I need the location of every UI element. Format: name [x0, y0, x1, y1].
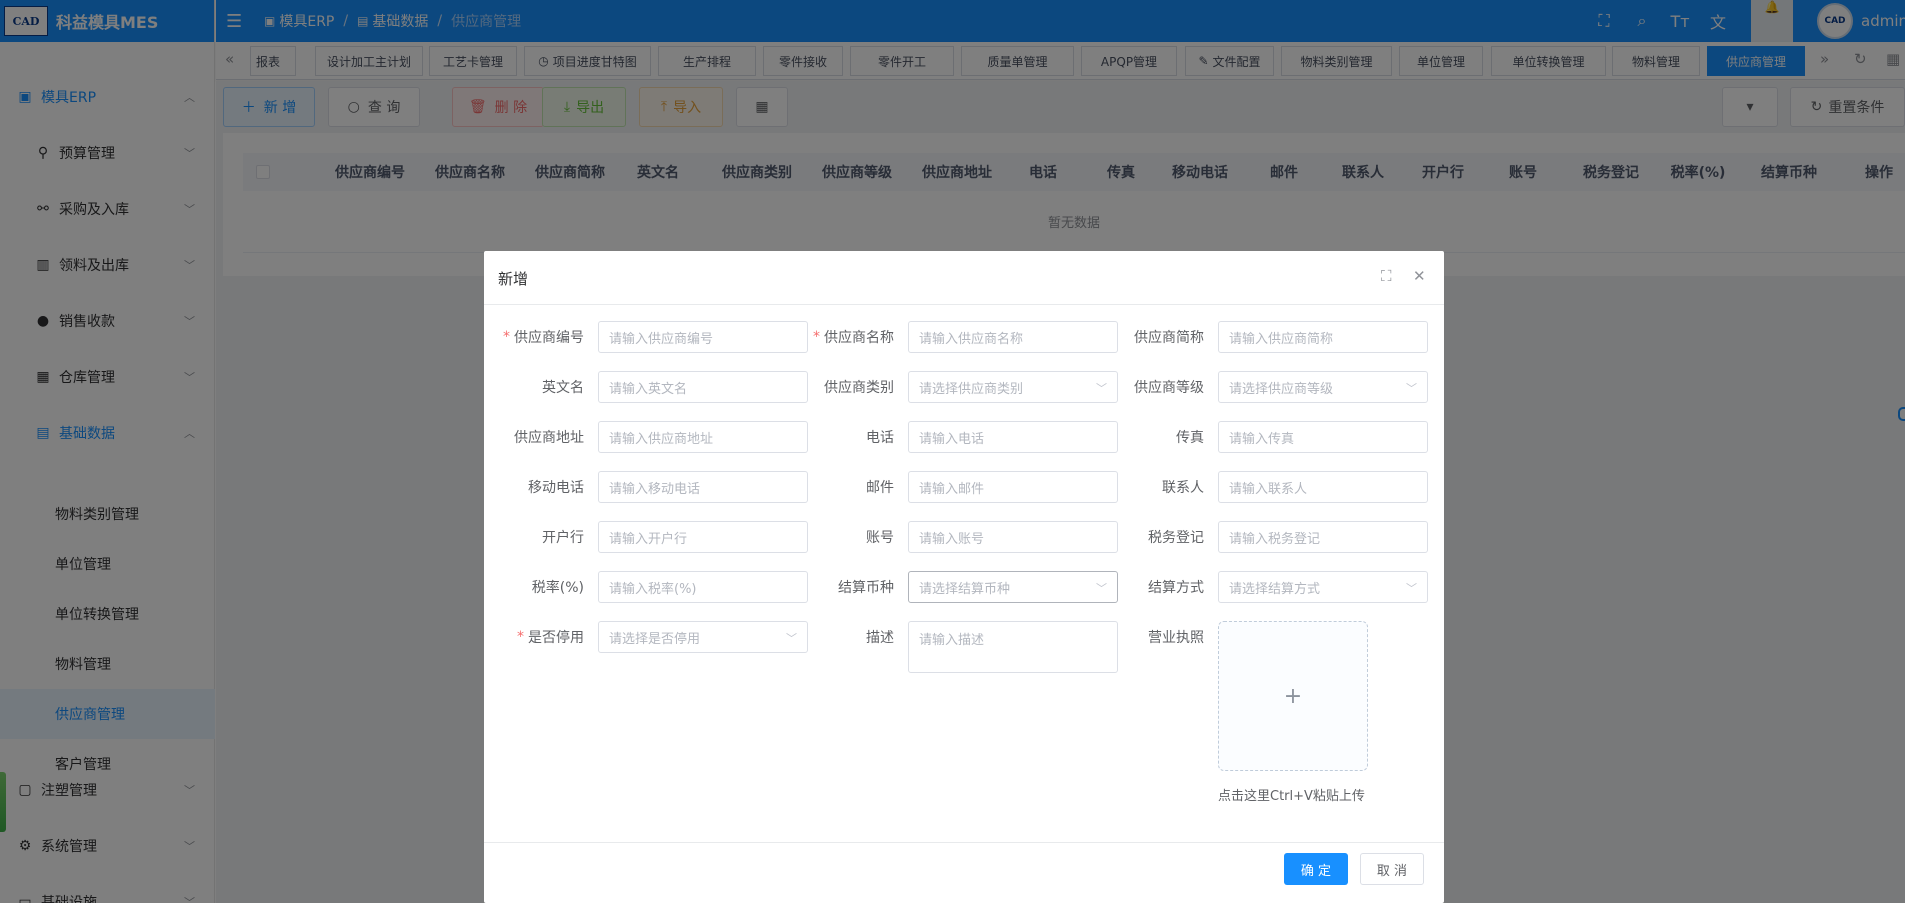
- license-upload[interactable]: +: [1218, 621, 1368, 771]
- form-label: 英文名: [542, 380, 584, 396]
- cancel-button[interactable]: 取 消: [1360, 853, 1424, 885]
- input-field[interactable]: 请输入移动电话: [598, 471, 808, 503]
- input-field[interactable]: 请输入联系人: [1218, 471, 1428, 503]
- input-field[interactable]: 请输入开户行: [598, 521, 808, 553]
- form-label: 供应商等级: [1134, 380, 1204, 396]
- form-label: * 供应商名称: [813, 329, 894, 346]
- description-textarea[interactable]: 请输入描述: [908, 621, 1118, 673]
- input-field[interactable]: 请输入电话: [908, 421, 1118, 453]
- input-field[interactable]: 请输入英文名: [598, 371, 808, 403]
- form-label: 结算方式: [1148, 580, 1204, 596]
- input-field[interactable]: 请输入供应商名称: [908, 321, 1118, 353]
- close-icon[interactable]: ✕: [1413, 267, 1426, 285]
- form-label: 传真: [1176, 430, 1204, 446]
- form-label: 供应商类别: [824, 380, 894, 396]
- chevron-down-icon: ﹀: [1406, 382, 1417, 395]
- form-label: 营业执照: [1148, 630, 1204, 646]
- confirm-button[interactable]: 确 定: [1284, 853, 1348, 885]
- form-label: 账号: [866, 530, 894, 546]
- select-field[interactable]: 请选择供应商等级 ﹀: [1218, 371, 1428, 403]
- form-label: * 是否停用: [517, 629, 584, 646]
- form-label: 结算币种: [838, 580, 894, 596]
- form-label: 税务登记: [1148, 530, 1204, 546]
- form-label: 电话: [866, 430, 894, 446]
- form-label: 供应商地址: [514, 430, 584, 446]
- form-label: 开户行: [542, 530, 584, 546]
- input-field[interactable]: 请输入税务登记: [1218, 521, 1428, 553]
- input-field[interactable]: 请输入税率(%): [598, 571, 808, 603]
- form-label: 税率(%): [531, 580, 584, 596]
- select-field[interactable]: 请选择结算方式 ﹀: [1218, 571, 1428, 603]
- input-field[interactable]: 请输入供应商编号: [598, 321, 808, 353]
- select-field[interactable]: 请选择结算币种 ﹀: [908, 571, 1118, 603]
- input-field[interactable]: 请输入供应商地址: [598, 421, 808, 453]
- input-field[interactable]: 请输入供应商简称: [1218, 321, 1428, 353]
- add-supplier-dialog: 新增 ⛶ ✕ * 供应商编号 请输入供应商编号 * 供应商名称 请输入供应商名称 供应商简称…: [484, 251, 1444, 903]
- form-label: 邮件: [866, 480, 894, 496]
- input-field[interactable]: 请输入邮件: [908, 471, 1118, 503]
- dialog-header: 新增 ⛶ ✕: [484, 251, 1444, 305]
- form-label: * 供应商编号: [503, 329, 584, 346]
- maximize-icon[interactable]: ⛶: [1381, 267, 1392, 285]
- form-label: 描述: [866, 630, 894, 646]
- input-field[interactable]: 请输入账号: [908, 521, 1118, 553]
- form-label: 联系人: [1162, 480, 1204, 496]
- select-field[interactable]: 请选择是否停用 ﹀: [598, 621, 808, 653]
- chevron-down-icon: ﹀: [1406, 582, 1417, 595]
- input-field[interactable]: 请输入传真: [1218, 421, 1428, 453]
- form-label: 供应商简称: [1134, 330, 1204, 346]
- form-label: 移动电话: [528, 480, 584, 496]
- upload-tip: 点击这里Ctrl+V粘贴上传: [1218, 789, 1365, 804]
- dialog-title: 新增: [498, 270, 529, 288]
- plus-icon: +: [1283, 683, 1303, 709]
- select-field[interactable]: 请选择供应商类别 ﹀: [908, 371, 1118, 403]
